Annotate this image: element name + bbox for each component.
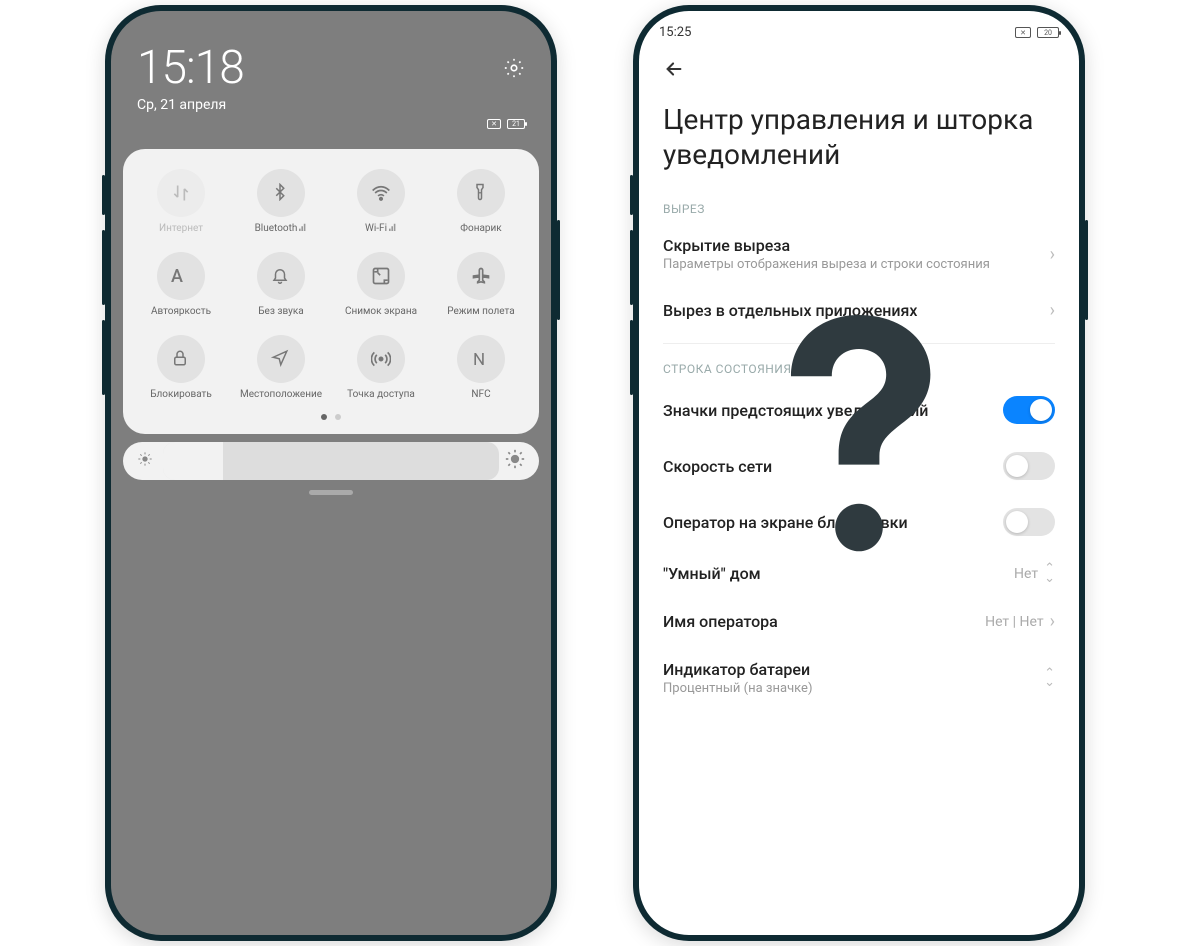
qs-tile-data-swap[interactable]: Интернет	[133, 169, 229, 234]
data-swap-icon	[157, 169, 205, 217]
wifi-icon	[357, 169, 405, 217]
flashlight-icon	[457, 169, 505, 217]
chevron-updown-icon: ⌃⌄	[1044, 669, 1055, 687]
drag-handle[interactable]	[309, 490, 353, 495]
qs-tile-location[interactable]: Местоположение	[233, 335, 329, 400]
phone-mockup-right: 15:25 ✕ 20 Центр управления и шторка уве…	[633, 5, 1085, 941]
qs-label: Автояркость	[151, 306, 211, 317]
qs-label: Интернет	[159, 223, 203, 234]
qs-label: NFC	[471, 389, 490, 400]
location-icon	[257, 335, 305, 383]
status-bar-icons: ✕ 21	[487, 119, 525, 129]
qs-label: Точка доступа	[347, 389, 415, 400]
qs-tile-screenshot[interactable]: Снимок экрана	[333, 252, 429, 317]
toggle-carrier-lockscreen[interactable]	[1003, 508, 1055, 536]
phone-mockup-left: 15:18 Ср, 21 апреля ✕ 21 Интернет Bluetoo…	[105, 5, 557, 941]
page-indicator	[133, 414, 529, 420]
qs-label: Местоположение	[240, 389, 322, 400]
battery-icon: 20	[1037, 27, 1059, 38]
qs-tile-bell[interactable]: Без звука	[233, 252, 329, 317]
nfc-icon: N	[457, 335, 505, 383]
row-netspeed[interactable]: Скорость сети	[639, 438, 1079, 494]
row-carrier-name[interactable]: Имя оператора Нет | Нет ›	[639, 597, 1079, 646]
svg-text:A: A	[171, 266, 183, 286]
chevron-right-icon: ›	[1050, 300, 1055, 321]
qs-tile-hotspot[interactable]: Точка доступа	[333, 335, 429, 400]
qs-tile-wifi[interactable]: Wi-Fi	[333, 169, 429, 234]
status-bar: 15:25 ✕ 20	[639, 11, 1079, 44]
toggle-notification-icons[interactable]	[1003, 396, 1055, 424]
row-carrier-lockscreen[interactable]: Оператор на экране блокировки	[639, 494, 1079, 550]
row-battery-indicator[interactable]: Индикатор батареи Процентный (на значке)…	[639, 646, 1079, 710]
section-header-statusbar: СТРОКА СОСТОЯНИЯ	[639, 352, 1079, 382]
sim-icon: ✕	[487, 119, 501, 129]
sim-icon: ✕	[1015, 27, 1031, 38]
qs-label: Wi-Fi	[365, 223, 397, 234]
qs-tile-lock[interactable]: Блокировать	[133, 335, 229, 400]
section-header-notch: ВЫРЕЗ	[639, 192, 1079, 222]
auto-brightness-icon: A	[157, 252, 205, 300]
chevron-right-icon: ›	[1050, 611, 1055, 632]
chevron-updown-icon: ⌃⌄	[1044, 564, 1055, 582]
qs-tile-bluetooth[interactable]: Bluetooth	[233, 169, 329, 234]
battery-icon: 21	[507, 119, 525, 129]
toggle-netspeed[interactable]	[1003, 452, 1055, 480]
qs-label: Блокировать	[150, 389, 212, 400]
lock-icon	[157, 335, 205, 383]
brightness-slider[interactable]	[123, 442, 539, 480]
row-smart-home[interactable]: "Умный" дом Нет ⌃⌄	[639, 550, 1079, 597]
back-button[interactable]	[639, 44, 1079, 92]
date: Ср, 21 апреля	[137, 97, 244, 113]
screenshot-icon	[357, 252, 405, 300]
clock: 15:18	[137, 41, 244, 95]
row-notch-apps[interactable]: Вырез в отдельных приложениях ›	[639, 286, 1079, 335]
qs-tile-auto-brightness[interactable]: A Автояркость	[133, 252, 229, 317]
qs-label: Фонарик	[460, 223, 501, 234]
qs-tile-airplane[interactable]: Режим полета	[433, 252, 529, 317]
status-time: 15:25	[659, 25, 691, 40]
qs-label: Без звука	[258, 306, 303, 317]
qs-label: Режим полета	[447, 306, 514, 317]
qs-label: Снимок экрана	[345, 306, 417, 317]
hotspot-icon	[357, 335, 405, 383]
quick-settings-panel: Интернет Bluetooth Wi-Fi Фонарик A Автояркост…	[123, 149, 539, 434]
bell-icon	[257, 252, 305, 300]
qs-tile-flashlight[interactable]: Фонарик	[433, 169, 529, 234]
chevron-right-icon: ›	[1050, 244, 1055, 265]
brightness-high-icon	[505, 449, 525, 473]
row-notification-icons[interactable]: Значки предстоящих уведомлений	[639, 382, 1079, 438]
row-notch-hide[interactable]: Скрытие выреза Параметры отображения выр…	[639, 222, 1079, 286]
qs-tile-nfc[interactable]: N NFC	[433, 335, 529, 400]
screen-notification-shade: 15:18 Ср, 21 апреля ✕ 21 Интернет Bluetoo…	[111, 11, 551, 935]
svg-text:N: N	[473, 350, 485, 369]
airplane-icon	[457, 252, 505, 300]
gear-icon[interactable]	[503, 57, 525, 79]
bluetooth-icon	[257, 169, 305, 217]
screen-settings: 15:25 ✕ 20 Центр управления и шторка уве…	[639, 11, 1079, 935]
brightness-low-icon	[137, 451, 153, 471]
qs-label: Bluetooth	[255, 223, 308, 234]
page-title: Центр управления и шторка уведомлений	[639, 92, 1079, 192]
